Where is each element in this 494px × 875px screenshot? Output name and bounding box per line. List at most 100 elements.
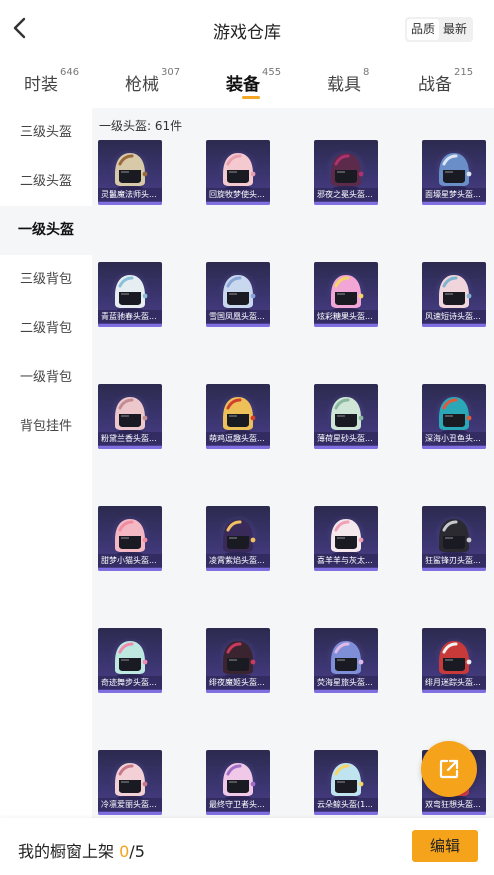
- item-card[interactable]: 青蓝驰春头盔...: [98, 262, 162, 327]
- item-name: 雪国凤凰头盔...: [206, 310, 270, 323]
- item-card[interactable]: 深海小丑鱼头...: [422, 384, 486, 449]
- showcase-status: 我的橱窗上架 0/5: [18, 838, 145, 862]
- tab-label: 枪械: [125, 75, 159, 95]
- item-list-panel: 一级头盔: 61件 灵鬣魔法师头... 回旋牧梦使头... 邪夜之冕头盔... 面壕星…: [92, 108, 494, 818]
- sidebar-item-level1-helmet[interactable]: 一级头盔: [0, 206, 92, 255]
- rarity-bar: [98, 568, 162, 571]
- tab-count: 307: [161, 67, 181, 78]
- item-name: 青蓝驰春头盔...: [98, 310, 162, 323]
- rarity-bar: [422, 568, 486, 571]
- helmet-icon: [115, 397, 148, 434]
- helmet-icon: [331, 763, 364, 800]
- item-name: 炫彩糖果头盔...: [314, 310, 378, 323]
- showcase-total: /5: [129, 842, 145, 861]
- item-name: 风速短诗头盔...: [422, 310, 486, 323]
- item-card[interactable]: 炫彩糖果头盔...: [314, 262, 378, 327]
- rarity-bar: [98, 324, 162, 327]
- helmet-icon: [331, 397, 364, 434]
- item-name: 凌霄紫焰头盔...: [206, 554, 270, 567]
- rarity-bar: [314, 568, 378, 571]
- rarity-bar: [98, 690, 162, 693]
- item-name: 粉黛兰香头盔...: [98, 432, 162, 445]
- rarity-bar: [206, 812, 270, 815]
- item-card[interactable]: 粉黛兰香头盔...: [98, 384, 162, 449]
- item-name: 奇迹舞步头盔...: [98, 676, 162, 689]
- item-name: 最终守卫者头...: [206, 798, 270, 811]
- rarity-bar: [422, 446, 486, 449]
- edit-button[interactable]: 编辑: [412, 830, 478, 862]
- item-card[interactable]: 云朵鲸头盔(1...: [314, 750, 378, 815]
- helmet-icon: [439, 519, 472, 556]
- tab-label: 载具: [327, 75, 361, 95]
- item-name: 狂鲨锋刃头盔...: [422, 554, 486, 567]
- sidebar-item-backpack-charm[interactable]: 背包挂件: [0, 402, 92, 451]
- rarity-bar: [206, 568, 270, 571]
- helmet-icon: [223, 275, 256, 312]
- rarity-bar: [422, 202, 486, 205]
- bottom-bar: 我的橱窗上架 0/5 编辑: [0, 818, 494, 875]
- tab-count: 8: [363, 67, 370, 78]
- tab-guns[interactable]: 枪械307: [125, 67, 181, 95]
- item-card[interactable]: 薄荷星砂头盔...: [314, 384, 378, 449]
- sort-option-quality[interactable]: 品质: [407, 19, 440, 40]
- helmet-icon: [439, 397, 472, 434]
- helmet-icon: [331, 641, 364, 678]
- item-card[interactable]: 凌霄紫焰头盔...: [206, 506, 270, 571]
- item-card[interactable]: 萌鸡逗趣头盔...: [206, 384, 270, 449]
- helmet-icon: [223, 153, 256, 190]
- sidebar-item-level2-backpack[interactable]: 二级背包: [0, 304, 92, 353]
- app-root: 游戏仓库 品质 最新 时装646 枪械307 装备455 载具8 战备215 三…: [0, 0, 494, 875]
- tab-label: 装备: [226, 75, 260, 95]
- item-name: 回旋牧梦使头...: [206, 188, 270, 201]
- item-card[interactable]: 风速短诗头盔...: [422, 262, 486, 327]
- showcase-label: 我的橱窗上架: [18, 842, 115, 861]
- item-grid: 灵鬣魔法师头... 回旋牧梦使头... 邪夜之冕头盔... 面壕星梦头盔... 青蓝驰春…: [98, 140, 494, 815]
- helmet-icon: [223, 397, 256, 434]
- tab-equipment[interactable]: 装备455: [226, 67, 281, 95]
- item-card[interactable]: 冷凛爱丽头盔...: [98, 750, 162, 815]
- section-title: 一级头盔: 61件: [99, 119, 183, 133]
- sort-toggle: 品质 最新: [405, 17, 474, 42]
- tab-fashion[interactable]: 时装646: [24, 67, 80, 95]
- rarity-bar: [314, 690, 378, 693]
- rarity-bar: [314, 446, 378, 449]
- share-button[interactable]: [421, 741, 477, 797]
- item-name: 深海小丑鱼头...: [422, 432, 486, 445]
- item-name: 薄荷星砂头盔...: [314, 432, 378, 445]
- tab-count: 646: [60, 67, 80, 78]
- sidebar-item-level3-backpack[interactable]: 三级背包: [0, 255, 92, 304]
- rarity-bar: [98, 446, 162, 449]
- rarity-bar: [422, 690, 486, 693]
- item-card[interactable]: 绯月迷踪头盔...: [422, 628, 486, 693]
- helmet-icon: [223, 519, 256, 556]
- helmet-icon: [115, 153, 148, 190]
- showcase-count: 0: [119, 842, 130, 861]
- tab-vehicles[interactable]: 载具8: [327, 67, 370, 95]
- helmet-icon: [439, 153, 472, 190]
- item-card[interactable]: 喜羊羊与灰太...: [314, 506, 378, 571]
- item-name: 喜羊羊与灰太...: [314, 554, 378, 567]
- sidebar-item-level3-helmet[interactable]: 三级头盔: [0, 108, 92, 157]
- item-card[interactable]: 最终守卫者头...: [206, 750, 270, 815]
- tab-supplies[interactable]: 战备215: [418, 67, 473, 95]
- item-card[interactable]: 狂鲨锋刃头盔...: [422, 506, 486, 571]
- item-card[interactable]: 雪国凤凰头盔...: [206, 262, 270, 327]
- sort-option-latest[interactable]: 最新: [439, 19, 471, 40]
- rarity-bar: [422, 812, 486, 815]
- item-card[interactable]: 邪夜之冕头盔...: [314, 140, 378, 205]
- item-card[interactable]: 甜梦小猫头盔...: [98, 506, 162, 571]
- share-external-icon: [439, 759, 459, 779]
- item-card[interactable]: 面壕星梦头盔...: [422, 140, 486, 205]
- sidebar-item-level1-backpack[interactable]: 一级背包: [0, 353, 92, 402]
- item-card[interactable]: 绯夜魔姬头盔...: [206, 628, 270, 693]
- item-card[interactable]: 奇迹舞步头盔...: [98, 628, 162, 693]
- tab-label: 时装: [24, 75, 58, 95]
- item-name: 面壕星梦头盔...: [422, 188, 486, 201]
- item-card[interactable]: 回旋牧梦使头...: [206, 140, 270, 205]
- sidebar: 三级头盔 二级头盔 一级头盔 三级背包 二级背包 一级背包 背包挂件: [0, 108, 92, 818]
- rarity-bar: [314, 812, 378, 815]
- sidebar-item-level2-helmet[interactable]: 二级头盔: [0, 157, 92, 206]
- item-name: 双弯狂想头盔...: [422, 798, 486, 811]
- item-card[interactable]: 灵鬣魔法师头...: [98, 140, 162, 205]
- item-card[interactable]: 荧海星旅头盔...: [314, 628, 378, 693]
